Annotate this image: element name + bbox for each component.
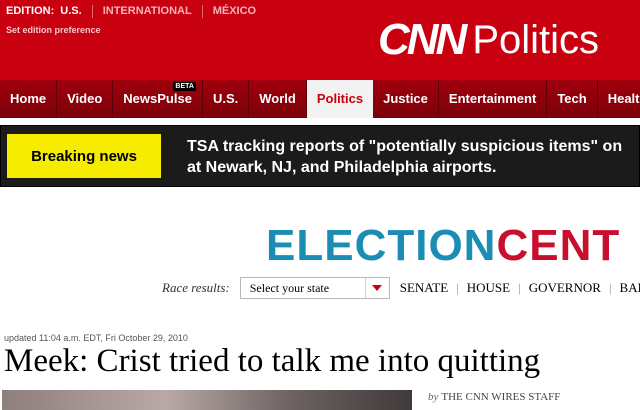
edition-mexico-link[interactable]: MÉXICO (213, 5, 256, 17)
link-separator: | (608, 280, 612, 295)
election-word: ELECTION (266, 221, 497, 270)
state-select[interactable]: Select your state (239, 277, 390, 299)
breaking-news-headline[interactable]: TSA tracking reports of "potentially sus… (187, 136, 640, 178)
ballot-link[interactable]: BALL (620, 280, 640, 296)
nav-justice[interactable]: Justice (373, 80, 439, 118)
main-nav: Home Video NewsPulse BETA U.S. World Pol… (0, 80, 640, 118)
state-select-value: Select your state (249, 281, 330, 295)
nav-newspulse-label: NewsPulse (123, 91, 192, 106)
set-edition-preference-link[interactable]: Set edition preference (6, 25, 101, 35)
nav-home[interactable]: Home (0, 80, 58, 118)
election-center-banner[interactable]: ELECTIONCENT (266, 224, 620, 268)
article-timestamp: updated 11:04 a.m. EDT, Fri October 29, … (4, 333, 188, 343)
edition-label: EDITION: (6, 5, 55, 17)
nav-video[interactable]: Video (57, 80, 114, 118)
nav-politics[interactable]: Politics (306, 80, 374, 118)
article-headline: Meek: Crist tried to talk me into quitti… (4, 343, 541, 379)
edition-divider (91, 4, 93, 18)
nav-us[interactable]: U.S. (203, 80, 250, 118)
race-results-bar: Race results: Select your state SENATE |… (162, 276, 640, 300)
nav-tech[interactable]: Tech (547, 80, 598, 118)
article-byline: by THE CNN WIRES STAFF (428, 391, 560, 403)
chevron-down-icon[interactable] (364, 278, 389, 298)
center-word: CENT (496, 221, 621, 270)
cnn-politics-logo[interactable]: CNN Politics (378, 14, 599, 66)
byline-prefix: by (428, 391, 439, 403)
breaking-news-label: Breaking news (7, 134, 161, 178)
breaking-news-line-1: TSA tracking reports of "potentially sus… (187, 138, 623, 155)
governor-link[interactable]: GOVERNOR (529, 280, 601, 296)
nav-entertainment[interactable]: Entertainment (439, 80, 548, 118)
nav-world[interactable]: World (249, 80, 307, 118)
article-photo[interactable] (2, 390, 412, 410)
edition-bar: EDITION: U.S. INTERNATIONAL MÉXICO (6, 3, 256, 19)
link-separator: | (456, 280, 459, 295)
site-header: EDITION: U.S. INTERNATIONAL MÉXICO Set e… (0, 0, 640, 80)
edition-divider (201, 4, 203, 18)
breaking-news-bar: Breaking news TSA tracking reports of "p… (0, 125, 640, 187)
beta-badge: BETA (173, 82, 196, 91)
nav-newspulse[interactable]: NewsPulse BETA (113, 80, 203, 118)
cnn-logo-text: CNN (378, 15, 467, 64)
section-logo-text: Politics (472, 18, 600, 62)
nav-health[interactable]: Health (598, 80, 640, 118)
edition-us-link[interactable]: U.S. (60, 5, 81, 17)
senate-link[interactable]: SENATE (400, 280, 448, 296)
house-link[interactable]: HOUSE (467, 280, 510, 296)
edition-international-link[interactable]: INTERNATIONAL (103, 5, 192, 17)
breaking-news-line-2: at Newark, NJ, and Philadelphia airports… (187, 159, 497, 176)
race-results-label: Race results: (162, 280, 230, 295)
byline-author: THE CNN WIRES STAFF (441, 391, 561, 403)
link-separator: | (518, 280, 521, 295)
